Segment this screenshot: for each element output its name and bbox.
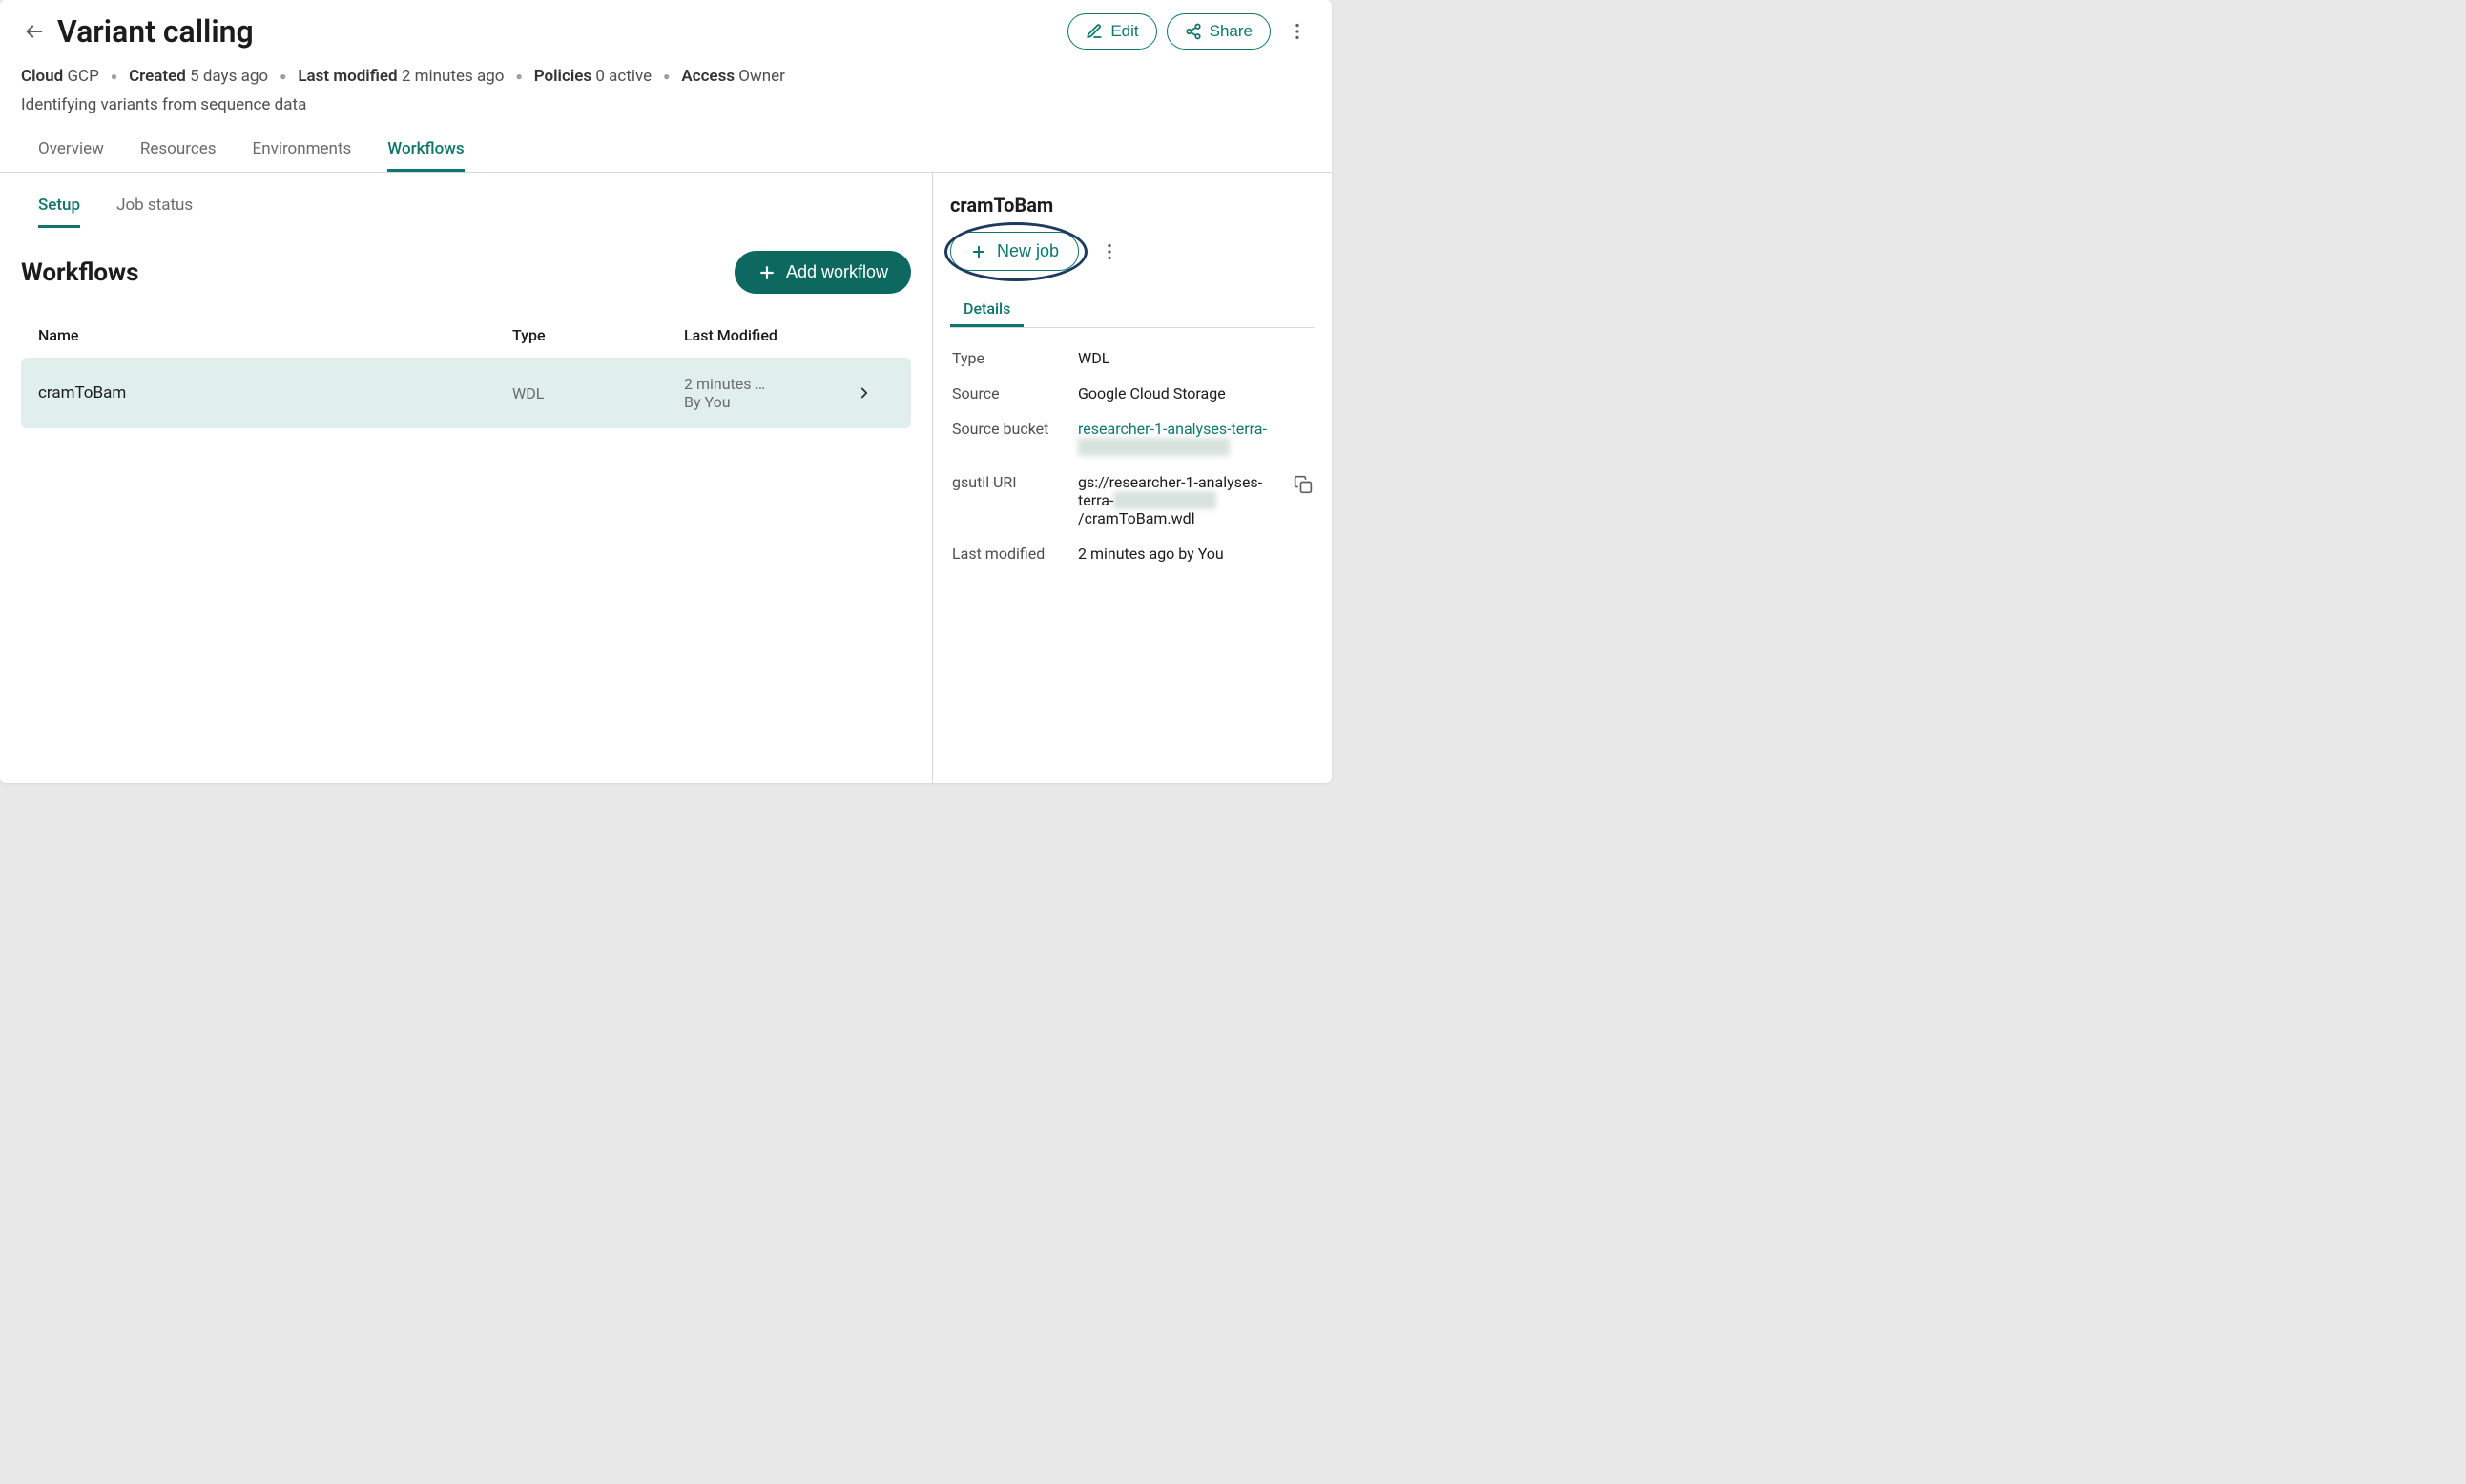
- edit-button[interactable]: Edit: [1067, 13, 1156, 50]
- new-job-button[interactable]: New job: [950, 232, 1079, 271]
- add-workflow-label: Add workflow: [786, 262, 888, 282]
- meta-cloud-label: Cloud: [21, 67, 63, 86]
- workflow-row-name: cramToBam: [38, 383, 512, 402]
- edit-button-label: Edit: [1110, 22, 1138, 41]
- subtab-job-status[interactable]: Job status: [116, 192, 193, 228]
- detail-bucket-value: researcher-1-analyses-terra-xxxxxxxx xx …: [1078, 420, 1313, 456]
- detail-tab-details[interactable]: Details: [950, 290, 1024, 327]
- copy-icon: [1294, 475, 1313, 494]
- share-button-label: Share: [1210, 22, 1253, 41]
- meta-policies-label: Policies: [534, 67, 591, 86]
- col-name: Name: [38, 326, 512, 344]
- detail-bucket-label: Source bucket: [952, 420, 1067, 456]
- page-title: Variant calling: [57, 13, 254, 50]
- copy-uri-button[interactable]: [1294, 475, 1313, 494]
- back-button[interactable]: [21, 18, 48, 45]
- primary-tabs: Overview Resources Environments Workflow…: [0, 114, 1332, 173]
- detail-source-label: Source: [952, 384, 1067, 402]
- meta-policies-value: 0 active: [595, 67, 652, 86]
- arrow-left-icon: [24, 21, 45, 42]
- detail-type-label: Type: [952, 349, 1067, 367]
- chevron-right-icon: [856, 384, 894, 402]
- detail-panel-title: cramToBam: [950, 194, 1315, 216]
- detail-type-value: WDL: [1078, 349, 1313, 367]
- plus-icon: [970, 243, 987, 260]
- col-modified: Last Modified: [684, 326, 856, 344]
- workspace-description: Identifying variants from sequence data: [0, 86, 1332, 114]
- meta-created-value: 5 days ago: [190, 67, 268, 86]
- meta-access-value: Owner: [738, 67, 785, 86]
- workflow-row-type: WDL: [512, 384, 684, 402]
- tab-environments[interactable]: Environments: [253, 132, 352, 172]
- header-more-button[interactable]: [1284, 18, 1311, 45]
- workflow-row-modified-time: 2 minutes …: [684, 375, 856, 393]
- pencil-icon: [1086, 23, 1103, 40]
- col-type: Type: [512, 326, 684, 344]
- detail-lastmod-label: Last modified: [952, 545, 1067, 563]
- meta-modified-value: 2 minutes ago: [402, 67, 505, 86]
- share-icon: [1185, 23, 1202, 40]
- meta-created-label: Created: [129, 67, 186, 86]
- more-vertical-icon: [1287, 21, 1308, 42]
- plus-icon: [757, 263, 777, 282]
- detail-more-button[interactable]: [1096, 238, 1123, 265]
- meta-line: Cloud GCP ● Created 5 days ago ● Last mo…: [0, 50, 1332, 86]
- tab-resources[interactable]: Resources: [140, 132, 217, 172]
- workflow-subtabs: Setup Job status: [0, 173, 932, 228]
- tab-overview[interactable]: Overview: [38, 132, 104, 172]
- meta-cloud-value: GCP: [67, 67, 98, 86]
- detail-lastmod-value: 2 minutes ago by You: [1078, 545, 1313, 563]
- workflows-table-header: Name Type Last Modified: [21, 313, 911, 358]
- meta-access-label: Access: [681, 67, 735, 86]
- detail-source-value: Google Cloud Storage: [1078, 384, 1313, 402]
- subtab-setup[interactable]: Setup: [38, 192, 80, 228]
- share-button[interactable]: Share: [1167, 13, 1271, 50]
- detail-uri-value: gs://researcher-1-analyses-terra-xxxx xx…: [1078, 473, 1286, 527]
- workflows-heading: Workflows: [21, 258, 139, 287]
- more-vertical-icon: [1099, 241, 1120, 262]
- meta-modified-label: Last modified: [298, 67, 397, 86]
- source-bucket-link[interactable]: researcher-1-analyses-terra-xxxxxxxx xx …: [1078, 420, 1267, 456]
- workflow-row-modified-by: By You: [684, 393, 856, 411]
- add-workflow-button[interactable]: Add workflow: [735, 251, 911, 294]
- detail-subtabs: Details: [950, 290, 1315, 328]
- tab-workflows[interactable]: Workflows: [387, 132, 464, 172]
- new-job-label: New job: [997, 241, 1059, 261]
- detail-uri-label: gsutil URI: [952, 473, 1067, 527]
- workflow-row[interactable]: cramToBam WDL 2 minutes … By You: [21, 358, 911, 428]
